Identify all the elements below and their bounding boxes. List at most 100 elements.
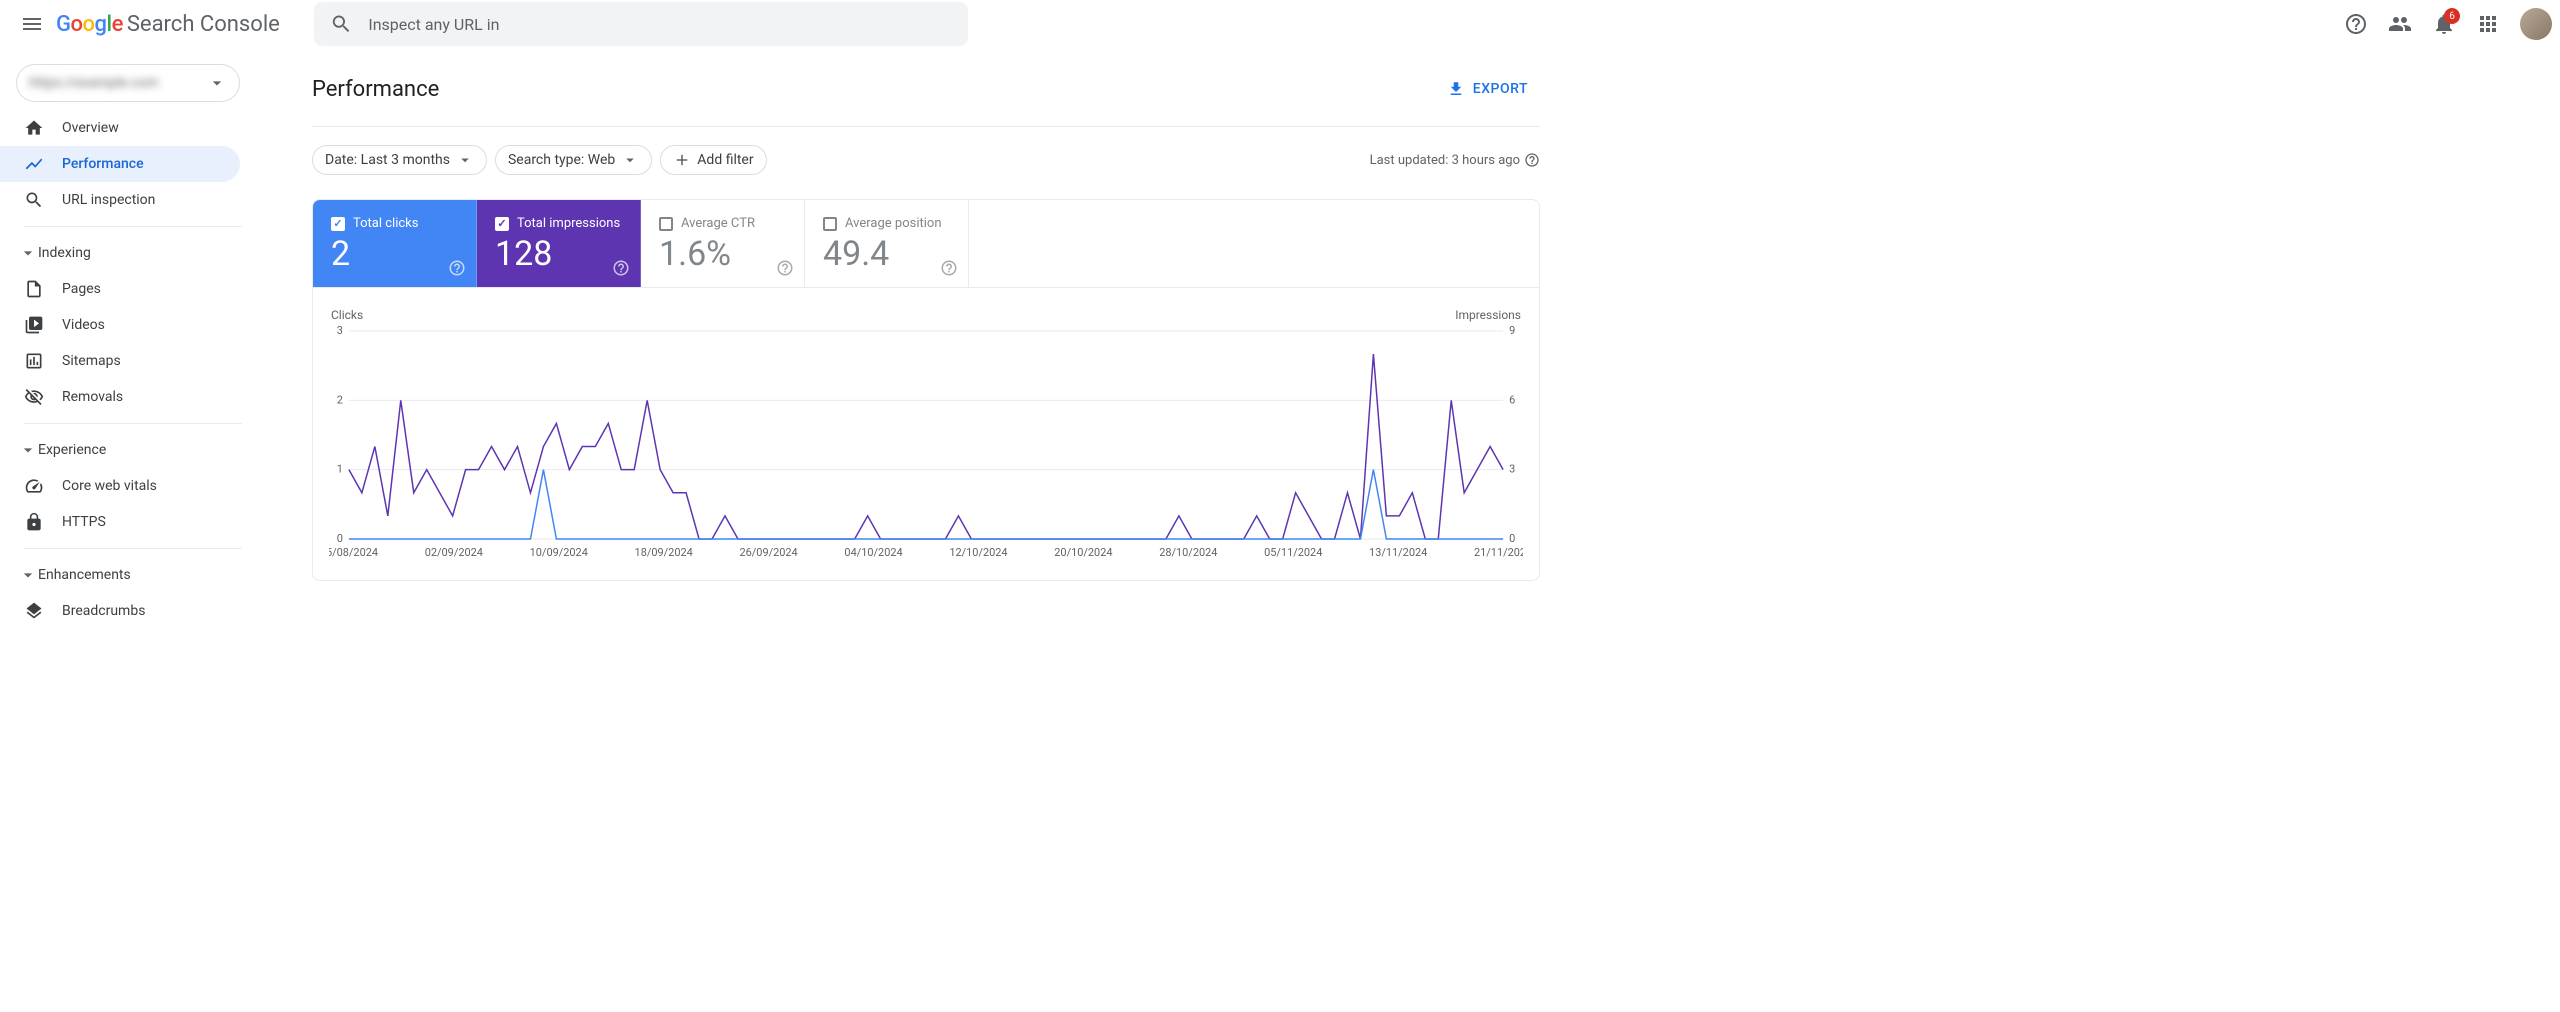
page-icon <box>24 279 44 299</box>
help-icon[interactable] <box>612 259 630 277</box>
section-indexing[interactable]: Indexing <box>0 235 256 271</box>
search-input[interactable] <box>368 15 951 34</box>
nav-label: Pages <box>62 281 101 297</box>
metric-label: Total impressions <box>517 216 620 231</box>
svg-text:2: 2 <box>337 393 343 406</box>
divider <box>312 126 1540 127</box>
help-icon[interactable] <box>776 259 794 277</box>
nav-label: HTTPS <box>62 514 106 530</box>
svg-text:3: 3 <box>1509 463 1515 476</box>
filter-date[interactable]: Date: Last 3 months <box>312 145 487 175</box>
metric-value: 49.4 <box>823 237 950 271</box>
search-bar[interactable] <box>314 2 968 46</box>
speed-icon <box>24 476 44 496</box>
people-icon <box>2388 12 2412 36</box>
metric-label: Average position <box>845 216 942 231</box>
sidebar-item-videos[interactable]: Videos <box>0 307 240 343</box>
sidebar-item-https[interactable]: HTTPS <box>0 504 240 540</box>
help-button[interactable] <box>2336 4 2376 44</box>
people-button[interactable] <box>2380 4 2420 44</box>
help-icon[interactable] <box>448 259 466 277</box>
sidebar-item-pages[interactable]: Pages <box>0 271 240 307</box>
sidebar-item-overview[interactable]: Overview <box>0 110 240 146</box>
section-experience[interactable]: Experience <box>0 432 256 468</box>
chevron-down-icon <box>18 243 38 263</box>
chip-label: Search type: Web <box>508 152 615 168</box>
property-text: https://example.com <box>29 75 207 91</box>
visibility-off-icon <box>24 387 44 407</box>
svg-text:12/10/2024: 12/10/2024 <box>949 546 1007 559</box>
metric-average-ctr[interactable]: Average CTR 1.6% <box>641 200 805 287</box>
google-logo: Google <box>56 12 123 37</box>
svg-text:9: 9 <box>1509 326 1515 337</box>
svg-text:3: 3 <box>337 326 343 337</box>
avatar[interactable] <box>2520 8 2552 40</box>
checkbox-checked-icon <box>331 217 345 231</box>
sidebar-item-breadcrumbs[interactable]: Breadcrumbs <box>0 593 240 629</box>
metric-label: Total clicks <box>353 216 418 231</box>
right-axis-label: Impressions <box>1455 308 1521 322</box>
last-updated: Last updated: 3 hours ago <box>1370 152 1540 168</box>
chevron-down-icon <box>18 440 38 460</box>
nav-label: Core web vitals <box>62 478 157 494</box>
chart[interactable]: 3926130025/08/202402/09/202410/09/202418… <box>329 326 1523 564</box>
svg-text:20/10/2024: 20/10/2024 <box>1054 546 1112 559</box>
menu-button[interactable] <box>8 0 56 48</box>
left-axis-label: Clicks <box>331 308 363 322</box>
svg-text:1: 1 <box>337 463 343 476</box>
metric-value: 128 <box>495 237 622 271</box>
chart-area: Clicks Impressions 3926130025/08/202402/… <box>313 288 1539 580</box>
metric-total-clicks[interactable]: Total clicks 2 <box>313 200 477 287</box>
download-icon <box>1447 80 1465 98</box>
divider <box>24 548 242 549</box>
svg-text:26/09/2024: 26/09/2024 <box>739 546 797 559</box>
logo[interactable]: Google Search Console <box>56 12 280 37</box>
nav-label: Removals <box>62 389 123 405</box>
svg-text:0: 0 <box>1509 532 1515 545</box>
metric-total-impressions[interactable]: Total impressions 128 <box>477 200 641 287</box>
sidebar-item-performance[interactable]: Performance <box>0 146 240 182</box>
svg-text:21/11/2024: 21/11/2024 <box>1474 546 1523 559</box>
sidebar-item-removals[interactable]: Removals <box>0 379 240 415</box>
checkbox-checked-icon <box>495 217 509 231</box>
svg-text:02/09/2024: 02/09/2024 <box>425 546 483 559</box>
section-label: Enhancements <box>38 567 131 583</box>
chip-label: Add filter <box>697 152 753 168</box>
sidebar-item-url-inspection[interactable]: URL inspection <box>0 182 240 218</box>
dropdown-icon <box>207 73 227 93</box>
property-selector[interactable]: https://example.com <box>16 64 240 102</box>
chip-label: Date: Last 3 months <box>325 152 450 168</box>
metric-value: 2 <box>331 237 458 271</box>
nav-label: Overview <box>62 120 119 136</box>
svg-text:28/10/2024: 28/10/2024 <box>1159 546 1217 559</box>
export-button[interactable]: EXPORT <box>1435 72 1540 106</box>
notification-badge: 6 <box>2444 8 2460 24</box>
nav-label: URL inspection <box>62 192 155 208</box>
sidebar-item-core-web-vitals[interactable]: Core web vitals <box>0 468 240 504</box>
filter-search-type[interactable]: Search type: Web <box>495 145 652 175</box>
checkbox-unchecked-icon <box>659 217 673 231</box>
metric-average-position[interactable]: Average position 49.4 <box>805 200 969 287</box>
notifications-button[interactable]: 6 <box>2424 4 2464 44</box>
section-label: Experience <box>38 442 106 458</box>
apps-button[interactable] <box>2468 4 2508 44</box>
chevron-down-icon <box>18 565 38 585</box>
add-filter-button[interactable]: Add filter <box>660 145 766 175</box>
sitemap-icon <box>24 351 44 371</box>
nav-label: Performance <box>62 156 144 172</box>
nav-label: Sitemaps <box>62 353 121 369</box>
svg-text:13/11/2024: 13/11/2024 <box>1369 546 1427 559</box>
help-icon[interactable] <box>1524 152 1540 168</box>
metric-value: 1.6% <box>659 237 786 271</box>
section-enhancements[interactable]: Enhancements <box>0 557 256 593</box>
video-icon <box>24 315 44 335</box>
chart-icon <box>24 154 44 174</box>
search-icon <box>24 190 44 210</box>
sidebar-item-sitemaps[interactable]: Sitemaps <box>0 343 240 379</box>
svg-text:0: 0 <box>337 532 343 545</box>
svg-text:25/08/2024: 25/08/2024 <box>329 546 378 559</box>
hamburger-icon <box>20 12 44 36</box>
section-label: Indexing <box>38 245 91 261</box>
help-icon[interactable] <box>940 259 958 277</box>
svg-text:05/11/2024: 05/11/2024 <box>1264 546 1322 559</box>
